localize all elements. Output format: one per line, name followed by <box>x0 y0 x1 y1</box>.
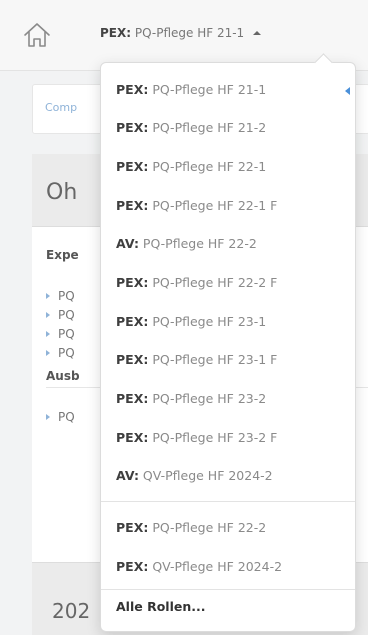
role-option[interactable]: PEX: PQ-Pflege HF 22-2 F <box>101 264 355 302</box>
triangle-right-icon <box>46 414 50 420</box>
role-switcher[interactable]: PEX: PQ-Pflege HF 21-1 <box>100 26 262 40</box>
role-option[interactable]: PEX: PQ-Pflege HF 23-2 F <box>101 419 355 457</box>
role-option[interactable]: PEX: PQ-Pflege HF 22-1 F <box>101 187 355 225</box>
top-bar: PEX: PQ-Pflege HF 21-1 <box>0 0 368 71</box>
triangle-right-icon <box>46 312 50 318</box>
role-option[interactable]: PEX: PQ-Pflege HF 23-1 <box>101 303 355 341</box>
role-option[interactable]: AV: QV-Pflege HF 2024-2 <box>101 457 355 495</box>
year-card-title: 202 <box>52 599 91 623</box>
role-option[interactable]: PEX: PQ-Pflege HF 22-1 <box>101 148 355 186</box>
triangle-right-icon <box>46 350 50 356</box>
role-option[interactable]: PEX: PQ-Pflege HF 23-2 <box>101 380 355 418</box>
main-card-title: Oh <box>46 180 78 205</box>
list-item[interactable]: PQ <box>46 327 75 341</box>
home-icon[interactable] <box>22 20 52 50</box>
triangle-right-icon <box>46 331 50 337</box>
list-item[interactable]: PQ <box>46 410 75 424</box>
role-option[interactable]: PEX: PQ-Pflege HF 21-2 <box>101 109 355 147</box>
caret-up-icon <box>253 31 262 35</box>
role-option[interactable]: PEX: PQ-Pflege HF 21-1 <box>101 71 355 109</box>
list-item[interactable]: PQ <box>46 308 75 322</box>
triangle-right-icon <box>46 293 50 299</box>
role-prefix: PEX: <box>100 26 132 40</box>
list-item[interactable]: PQ <box>46 289 75 303</box>
role-option[interactable]: PEX: PQ-Pflege HF 23-1 F <box>101 341 355 379</box>
all-roles-link[interactable]: Alle Rollen... <box>101 588 355 626</box>
role-name: PQ-Pflege HF 21-1 <box>134 26 245 40</box>
role-option[interactable]: PEX: PQ-Pflege HF 22-2 <box>101 509 355 547</box>
role-option[interactable]: AV: PQ-Pflege HF 22-2 <box>101 225 355 263</box>
section-label-expe: Expe <box>46 248 79 262</box>
list-item[interactable]: PQ <box>46 346 75 360</box>
role-option[interactable]: PEX: QV-Pflege HF 2024-2 <box>101 548 355 586</box>
comp-link[interactable]: Comp <box>45 101 77 114</box>
section-label-ausb: Ausb <box>46 369 80 383</box>
role-dropdown-menu: PEX: PQ-Pflege HF 21-1 PEX: PQ-Pflege HF… <box>100 53 356 632</box>
dropdown-divider <box>101 501 355 502</box>
